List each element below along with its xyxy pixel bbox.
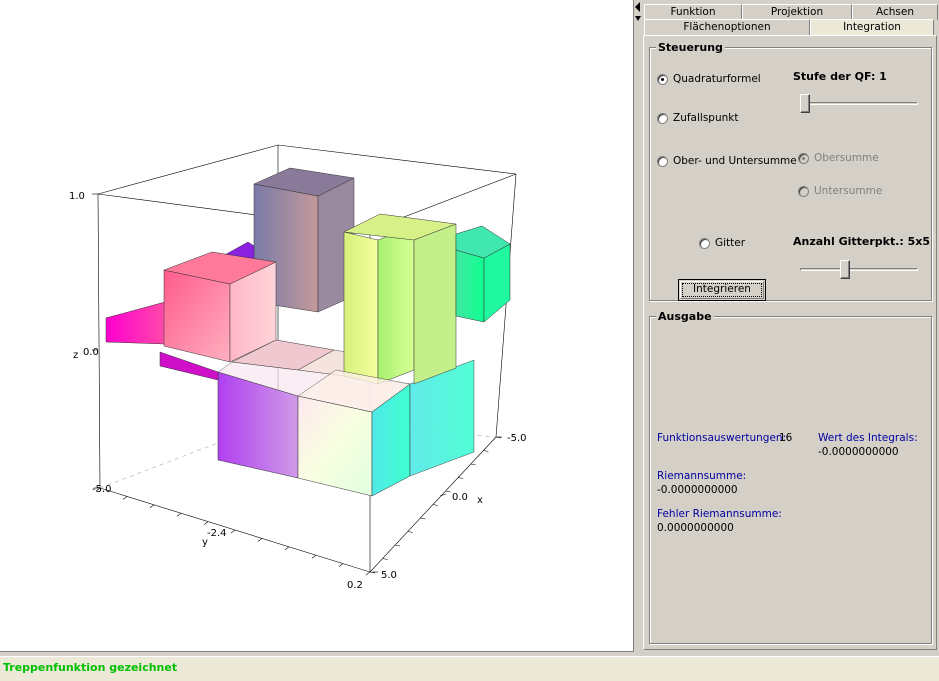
radio-gitter[interactable]: Gitter [699, 237, 745, 249]
x-axis-label: x [477, 495, 483, 506]
y-axis-tick [122, 496, 128, 500]
y-axis-tick [203, 521, 209, 525]
slider-track [800, 268, 918, 271]
x-tick-label: 5.0 [381, 570, 397, 581]
step-function-plot: 1.0 0.0 z -5.0 -2.4 y 0.2 -5.0 0.0 x 5.0 [69, 144, 527, 591]
y-axis-tick [176, 512, 182, 517]
fehler-riemannsumme-value: 0.0000000000 [657, 522, 734, 534]
x-axis-tick [470, 463, 476, 466]
tab-projektion[interactable]: Projektion [742, 4, 852, 20]
control-panel: Funktion Projektion Achsen Flächenoption… [642, 0, 939, 652]
radio-label: Zufallspunkt [673, 112, 739, 124]
panel-splitter[interactable] [634, 0, 642, 652]
z-tick-label: 0.0 [83, 347, 99, 358]
x-axis-tick [432, 504, 439, 506]
tab-flaechenoptionen[interactable]: Flächenoptionen [644, 19, 810, 35]
integral-label: Wert des Integrals: [818, 432, 918, 444]
tab-row-2: Flächenoptionen Integration [644, 19, 934, 35]
radio-dot [798, 185, 809, 197]
radio-ober-untersumme[interactable]: Ober- und Untersumme [657, 155, 797, 167]
radio-zufallspunkt[interactable]: Zufallspunkt [657, 112, 738, 124]
y-axis-tick [311, 554, 317, 559]
radio-dot [657, 112, 668, 124]
x-axis-tick [420, 517, 426, 520]
ausgabe-title: Ausgabe [656, 310, 714, 323]
radio-label: Quadraturformel [673, 73, 761, 85]
steuerung-title: Steuerung [656, 41, 725, 54]
x-axis-tick [458, 477, 464, 479]
collapse-down-icon[interactable] [635, 16, 641, 21]
x-axis-tick [407, 531, 413, 533]
y-axis-tick [338, 563, 344, 567]
status-text: Treppenfunktion gezeichnet [3, 661, 178, 674]
y-axis-tick [149, 504, 155, 509]
riemannsumme-label: Riemannsumme: [657, 470, 747, 482]
x-tick-label: 0.0 [452, 492, 468, 503]
integrieren-button[interactable]: Integrieren [678, 279, 766, 301]
radio-dot [657, 73, 668, 85]
funktionsauswertungen-label: Funktionsauswertungen: [657, 432, 787, 444]
radio-dot [699, 237, 710, 249]
y-axis-label: y [202, 537, 208, 548]
radio-dot [657, 155, 668, 167]
y-axis-tick [257, 538, 263, 542]
slider-thumb[interactable] [840, 260, 850, 279]
radio-obersumme[interactable]: Obersumme [798, 152, 879, 164]
riemannsumme-value: -0.0000000000 [657, 484, 738, 496]
x-axis-tick [382, 558, 388, 560]
stufe-label: Stufe der QF: 1 [793, 70, 887, 83]
x-axis-tick [483, 450, 489, 452]
radio-label: Obersumme [814, 152, 879, 164]
gitter-anzahl-label: Anzahl Gitterpkt.: 5x5 [793, 235, 931, 248]
integral-value: -0.0000000000 [818, 446, 899, 458]
stufe-slider[interactable] [800, 94, 918, 114]
radio-label: Gitter [715, 237, 746, 249]
tab-integration[interactable]: Integration [810, 19, 934, 35]
x-axis-tick [395, 544, 401, 547]
z-tick-label: -5.0 [92, 484, 112, 495]
y-axis-tick [365, 571, 371, 576]
y-axis-tick [284, 546, 290, 551]
tab-funktion[interactable]: Funktion [644, 4, 742, 20]
gitter-slider[interactable] [800, 260, 918, 280]
x-axis-tick [445, 490, 451, 493]
slider-track [800, 102, 918, 105]
radio-label: Untersumme [814, 185, 883, 197]
slider-thumb[interactable] [800, 94, 810, 113]
button-label: Integrieren [693, 283, 751, 295]
y-tick-label: -2.4 [207, 528, 227, 539]
fehler-riemannsumme-label: Fehler Riemannsumme: [657, 508, 782, 520]
radio-quadraturformel[interactable]: Quadraturformel [657, 73, 761, 85]
radio-label: Ober- und Untersumme [673, 155, 797, 167]
y-axis-tick [230, 529, 236, 534]
z-tick-label: 1.0 [69, 191, 85, 202]
x-tick-label: -5.0 [507, 433, 527, 444]
tab-row-1: Funktion Projektion Achsen [644, 4, 938, 20]
ausgabe-group: Ausgabe Funktionsauswertungen: 16 Wert d… [649, 310, 932, 644]
steuerung-group: Steuerung Quadraturformel Stufe der QF: … [649, 41, 932, 301]
status-bar: Treppenfunktion gezeichnet [0, 656, 939, 681]
collapse-left-icon[interactable] [635, 2, 640, 12]
z-axis-label: z [73, 350, 78, 361]
funktionsauswertungen-value: 16 [779, 432, 793, 444]
tab-achsen[interactable]: Achsen [852, 4, 938, 20]
y-tick-label: 0.2 [347, 580, 363, 591]
radio-untersumme[interactable]: Untersumme [798, 185, 882, 197]
radio-dot [798, 152, 809, 164]
3d-plot-viewport[interactable]: 1.0 0.0 z -5.0 -2.4 y 0.2 -5.0 0.0 x 5.0 [0, 0, 634, 652]
integration-tab-page: Steuerung Quadraturformel Stufe der QF: … [643, 35, 937, 650]
